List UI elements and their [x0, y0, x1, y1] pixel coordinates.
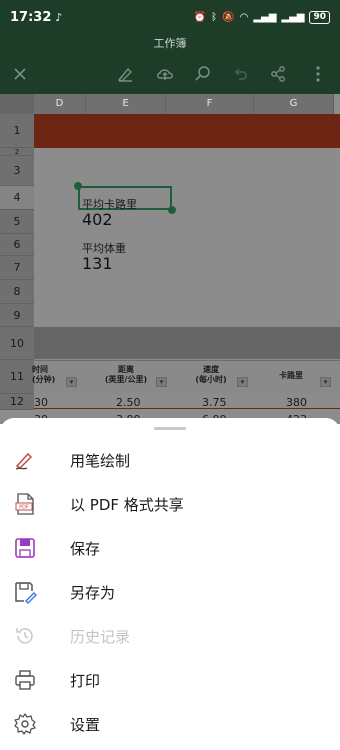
- selection-handle-start[interactable]: [74, 182, 82, 190]
- menu-item-settings[interactable]: 设置: [0, 702, 340, 746]
- history-icon: [12, 623, 38, 649]
- status-icons: ⏰ ᛒ 🔕 ◠ ▂▄▆ ▂▄▆ 90: [193, 10, 330, 24]
- header-time: 时间 (分钟): [32, 365, 56, 384]
- workbook-title: 工作簿: [0, 34, 340, 54]
- header-speed: 速度 (每小时): [195, 365, 227, 384]
- wifi-icon: ◠: [239, 11, 249, 23]
- pen-draw-icon: [12, 447, 38, 473]
- save-as-icon: [12, 579, 38, 605]
- menu-item-history: 历史记录: [0, 614, 340, 658]
- settings-icon: [12, 711, 38, 737]
- filter-dropdown-speed[interactable]: ▾: [237, 377, 248, 387]
- alarm-icon: ⏰: [193, 11, 207, 23]
- print-icon: [12, 667, 38, 693]
- table-row[interactable]: 30 2.50 3.75 380: [34, 395, 340, 411]
- svg-text:PDF: PDF: [19, 505, 29, 511]
- row-header-3[interactable]: 3: [0, 156, 34, 186]
- status-bar: 17:32 ♪ ⏰ ᛒ 🔕 ◠ ▂▄▆ ▂▄▆ 90: [0, 0, 340, 34]
- avg-weight-value: 131: [82, 254, 113, 273]
- avg-calories-value: 402: [82, 210, 113, 229]
- draw-pen-icon[interactable]: [113, 62, 137, 86]
- column-header-e[interactable]: E: [86, 94, 166, 114]
- row-header-9[interactable]: 9: [0, 304, 34, 327]
- status-time: 17:32: [10, 9, 52, 25]
- menu-label: 历史记录: [70, 627, 131, 646]
- table-header-row: 时间 (分钟) ▾ 距离 (英里/公里) ▾ 速度 (每小时) ▾ 卡路里 ▾: [32, 360, 340, 394]
- bottom-sheet-menu: 用笔绘制 PDF 以 PDF 格式共享 保存 另存为 历史记录 打印 设置: [0, 418, 340, 750]
- menu-item-print[interactable]: 打印: [0, 658, 340, 702]
- menu-label: 用笔绘制: [70, 451, 131, 470]
- row-header-6[interactable]: 6: [0, 234, 34, 256]
- cloud-upload-icon[interactable]: [153, 62, 177, 86]
- section-band: [34, 327, 340, 359]
- drag-handle[interactable]: [154, 427, 186, 430]
- cell-distance: 2.50: [116, 396, 141, 409]
- menu-item-draw-with-pen[interactable]: 用笔绘制: [0, 438, 340, 482]
- battery-icon: 90: [309, 10, 330, 24]
- tiktok-icon: ♪: [55, 10, 63, 24]
- spreadsheet-grid[interactable]: D E F G 1 2 3 4 5 6 7 8 9 10 11 12 平均卡路里…: [0, 94, 340, 424]
- more-options-icon[interactable]: [306, 62, 330, 86]
- row-header-1[interactable]: 1: [0, 114, 34, 148]
- signal-icon-2: ▂▄▆: [281, 11, 305, 23]
- title-band: [34, 114, 340, 148]
- cell-calories: 380: [286, 396, 307, 409]
- filter-dropdown-time[interactable]: ▾: [66, 377, 77, 387]
- menu-label: 保存: [70, 539, 101, 558]
- row-header-5[interactable]: 5: [0, 210, 34, 234]
- menu-label: 打印: [70, 671, 101, 690]
- save-icon: [12, 535, 38, 561]
- row-header-11[interactable]: 11: [0, 360, 34, 394]
- menu-item-save[interactable]: 保存: [0, 526, 340, 570]
- close-icon[interactable]: [8, 62, 32, 86]
- row-header-4[interactable]: 4: [0, 186, 34, 210]
- menu-label: 另存为: [70, 583, 116, 602]
- cell-speed: 3.75: [202, 396, 227, 409]
- share-icon[interactable]: [266, 62, 290, 86]
- row-header-8[interactable]: 8: [0, 280, 34, 304]
- menu-item-share-pdf[interactable]: PDF 以 PDF 格式共享: [0, 482, 340, 526]
- column-header-f[interactable]: F: [166, 94, 254, 114]
- selection-handle-end[interactable]: [168, 206, 176, 214]
- menu-label: 设置: [70, 715, 101, 734]
- undo-icon[interactable]: [229, 62, 253, 86]
- column-header-d[interactable]: D: [34, 94, 86, 114]
- select-all-corner[interactable]: [0, 94, 34, 114]
- header-calories: 卡路里: [279, 371, 303, 380]
- row-header-12[interactable]: 12: [0, 394, 34, 410]
- cell-time: 30: [34, 396, 48, 409]
- menu-label: 以 PDF 格式共享: [70, 495, 184, 514]
- column-header-g[interactable]: G: [254, 94, 334, 114]
- header-distance: 距离 (英里/公里): [104, 365, 148, 384]
- filter-dropdown-distance[interactable]: ▾: [156, 377, 167, 387]
- signal-icon: ▂▄▆: [253, 11, 277, 23]
- menu-item-save-as[interactable]: 另存为: [0, 570, 340, 614]
- row-header-10[interactable]: 10: [0, 327, 34, 360]
- mute-icon: 🔕: [222, 11, 235, 23]
- filter-dropdown-calories[interactable]: ▾: [320, 377, 331, 387]
- search-icon[interactable]: [191, 62, 215, 86]
- toolbar: [0, 54, 340, 94]
- row-header-2[interactable]: 2: [0, 148, 34, 156]
- row-header-7[interactable]: 7: [0, 256, 34, 280]
- pdf-icon: PDF: [12, 491, 38, 517]
- bluetooth-icon: ᛒ: [211, 11, 218, 23]
